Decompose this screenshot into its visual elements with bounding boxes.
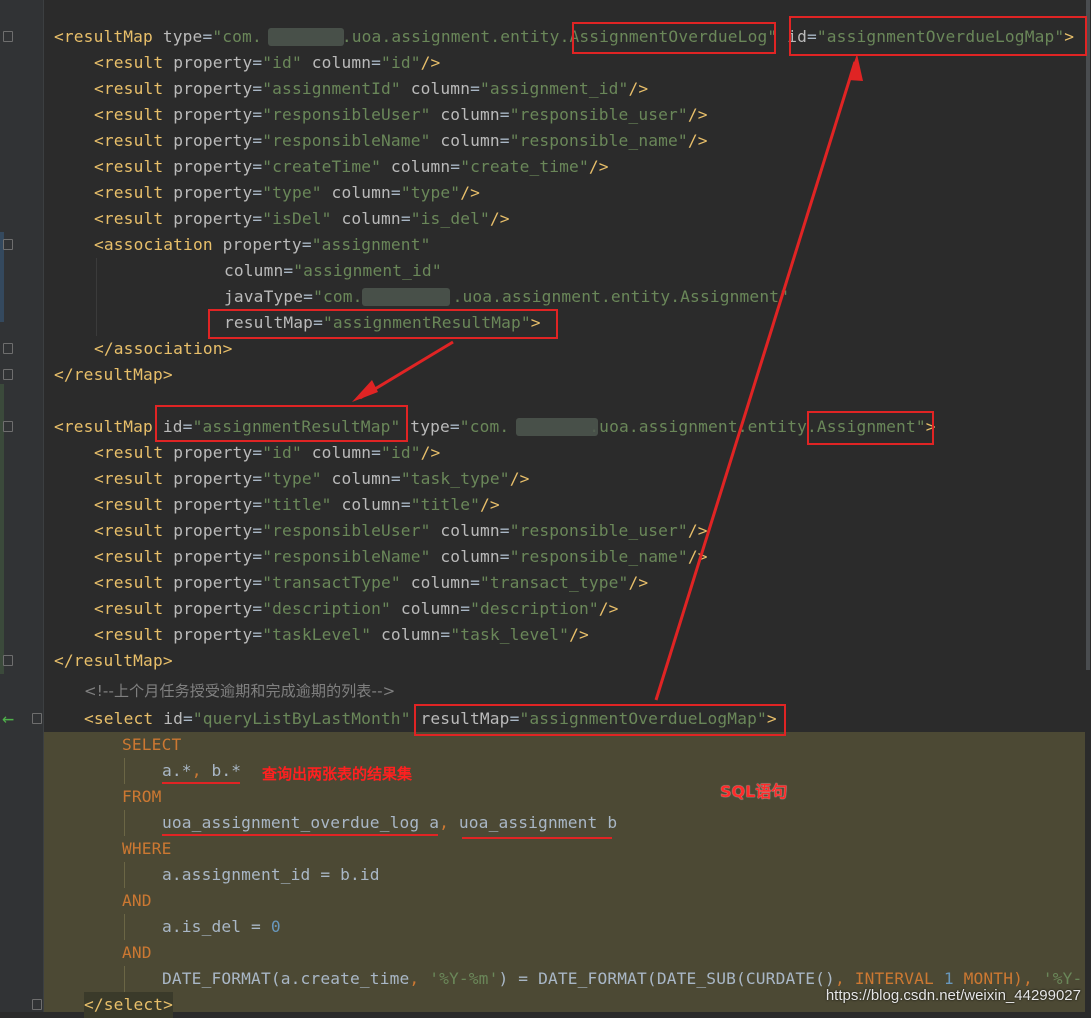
code-line: </association>	[94, 339, 233, 358]
watermark: https://blog.csdn.net/weixin_44299027	[825, 987, 1081, 1004]
highlight-box-overdue-log-type	[572, 22, 776, 54]
indent-guide	[124, 758, 125, 784]
code-line: a.assignment_id = b.id	[162, 865, 380, 884]
indent-guide	[124, 966, 125, 992]
code-line: <result property="responsibleName" colum…	[94, 131, 708, 150]
arrow-to-assignment-resultmap	[359, 340, 454, 400]
fold-marker-icon[interactable]	[3, 655, 13, 666]
fold-marker-icon[interactable]	[3, 31, 13, 42]
arrow-to-overdue-log-map	[654, 61, 857, 701]
indent-guide	[124, 810, 125, 836]
code-line: <result property="createTime" column="cr…	[94, 157, 609, 176]
code-comment: <!--上个月任务授受逾期和完成逾期的列表-->	[84, 682, 396, 700]
indent-guide	[124, 862, 125, 888]
code-line: </select>	[84, 992, 174, 1018]
green-left-arrow-icon[interactable]: ←	[2, 708, 14, 728]
code-line: <result property="id" column="id"/>	[94, 443, 441, 462]
code-line: <result property="responsibleUser" colum…	[94, 105, 708, 124]
highlight-box-assignment-resultmap-id	[155, 405, 408, 442]
arrow-head-icon	[352, 380, 378, 402]
code-line: column="assignment_id"	[224, 261, 442, 280]
fold-marker-icon[interactable]	[32, 713, 42, 724]
indent-guide	[96, 258, 97, 336]
code-line: <result property="description" column="d…	[94, 599, 619, 618]
code-line: a.*, b.*	[162, 761, 242, 780]
code-line: <result property="id" column="id"/>	[94, 53, 441, 72]
code-line: uoa_assignment_overdue_log a, uoa_assign…	[162, 813, 618, 832]
fold-marker-icon[interactable]	[3, 421, 13, 432]
scrollbar-thumb[interactable]	[1086, 0, 1090, 670]
indent-guide	[124, 914, 125, 940]
underline	[462, 837, 612, 839]
sql-keyword: WHERE	[122, 839, 172, 858]
fold-marker-icon[interactable]	[3, 239, 13, 250]
annotation-sql: SQL语句	[720, 782, 788, 801]
code-line: <result property="type" column="type"/>	[94, 183, 480, 202]
redacted-package	[268, 28, 344, 46]
code-line: a.is_del = 0	[162, 917, 281, 936]
highlight-box-overdue-log-id	[789, 16, 1087, 56]
sql-keyword: FROM	[122, 787, 162, 806]
sql-keyword: SELECT	[122, 735, 182, 754]
underline	[162, 834, 438, 836]
code-line: <result property="assignmentId" column="…	[94, 79, 649, 98]
fold-marker-icon[interactable]	[3, 343, 13, 354]
highlight-box-association-resultmap	[208, 309, 558, 339]
highlight-box-select-resultmap	[414, 704, 786, 736]
code-line: <result property="responsibleUser" colum…	[94, 521, 708, 540]
code-line: <result property="responsibleName" colum…	[94, 547, 708, 566]
code-line: <association property="assignment"	[94, 235, 431, 254]
redacted-package	[362, 288, 450, 306]
code-line: </resultMap>	[54, 365, 173, 384]
code-line: <result property="taskLevel" column="tas…	[94, 625, 589, 644]
code-line: javaType="com. .uoa.assignment.entity.Ass…	[224, 287, 790, 306]
code-line: <result property="transactType" column="…	[94, 573, 649, 592]
highlight-box-assignment-type	[807, 411, 934, 445]
redacted-package	[516, 418, 598, 436]
sql-keyword: AND	[122, 943, 152, 962]
code-editor[interactable]: ← <resultMap type="com. .uoa.assignment.e…	[0, 0, 1091, 1018]
sql-keyword: AND	[122, 891, 152, 910]
fold-marker-icon[interactable]	[3, 369, 13, 380]
fold-marker-icon[interactable]	[32, 999, 42, 1010]
code-line: <result property="isDel" column="is_del"…	[94, 209, 510, 228]
arrow-head-icon	[848, 54, 863, 81]
annotation-result-set: 查询出两张表的结果集	[262, 765, 413, 783]
code-line: <result property="title" column="title"/…	[94, 495, 500, 514]
underline	[162, 782, 240, 784]
code-line: <result property="type" column="task_typ…	[94, 469, 530, 488]
vertical-scrollbar[interactable]	[1085, 0, 1091, 1012]
editor-gutter	[0, 0, 44, 1012]
code-line: </resultMap>	[54, 651, 173, 670]
